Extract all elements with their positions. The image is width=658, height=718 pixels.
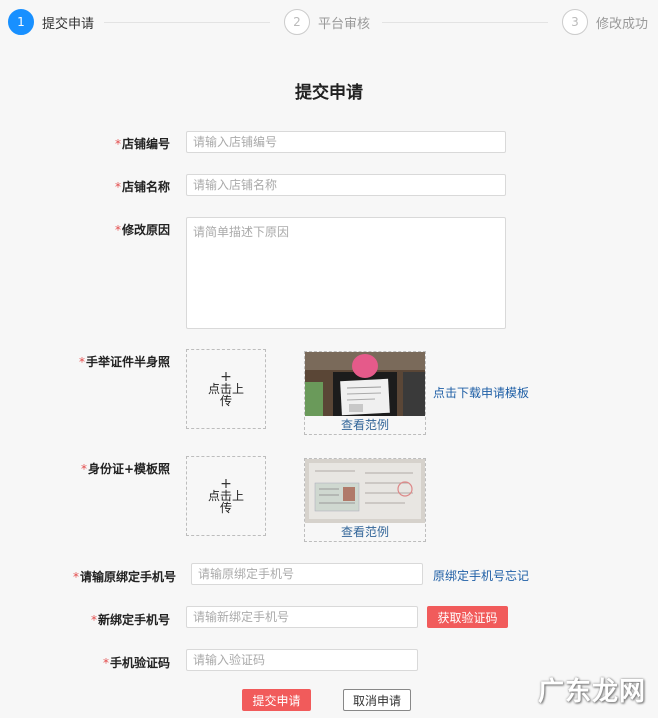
plus-icon: + [220,475,232,492]
plus-icon: + [220,368,232,385]
step-3-number: 3 [562,9,588,35]
store-id-input[interactable] [186,131,506,153]
half-photo-sample-caption: 查看范例 [340,418,389,432]
step-2: 2 平台审核 [284,9,370,35]
step-1-number: 1 [8,9,34,35]
id-template-label: *身份证+模板照 [80,462,170,476]
reason-label: *修改原因 [114,223,170,237]
page-title: 提交申请 [295,83,363,103]
step-3: 3 修改成功 [562,9,648,35]
download-template-link[interactable]: 点击下载申请模板 [433,384,529,401]
watermark-logo: 广东龙网 [537,677,646,707]
verify-code-label: *手机验证码 [102,656,170,670]
step-2-label: 平台审核 [318,16,371,32]
old-phone-input[interactable] [191,563,423,585]
step-3-label: 修改成功 [596,16,649,32]
id-template-sample-image [305,459,425,523]
required-mark: * [114,137,121,151]
half-photo-sample[interactable]: 查看范例 [304,351,426,435]
step-2-number: 2 [284,9,310,35]
new-phone-input[interactable] [186,606,418,628]
id-template-sample[interactable]: 查看范例 [304,458,426,542]
store-name-input[interactable] [186,174,506,196]
store-id-label: *店铺编号 [114,137,170,151]
step-connector-2 [382,22,548,23]
reason-textarea[interactable] [186,217,506,329]
step-connector-1 [104,22,270,23]
new-phone-label: *新绑定手机号 [90,613,170,627]
cancel-button[interactable]: 取消申请 [343,689,411,711]
upload-text: 点击上传 [207,488,244,515]
store-name-label: *店铺名称 [114,180,170,194]
step-1: 1 提交申请 [8,9,94,35]
half-photo-label: *手举证件半身照 [78,355,170,369]
progress-steps: 1 提交申请 2 平台审核 3 修改成功 [8,9,648,35]
get-code-button[interactable]: 获取验证码 [427,606,508,628]
step-1-label: 提交申请 [42,16,95,32]
half-photo-upload-button[interactable]: + 点击上传 [186,349,266,429]
id-template-upload-button[interactable]: + 点击上传 [186,456,266,536]
verify-code-input[interactable] [186,649,418,671]
old-phone-label: *请输原绑定手机号 [72,570,176,584]
id-template-sample-caption: 查看范例 [340,525,389,539]
upload-text: 点击上传 [207,381,244,408]
submit-button[interactable]: 提交申请 [242,689,311,711]
forgot-phone-link[interactable]: 原绑定手机号忘记 [433,567,529,584]
half-photo-sample-image [305,352,425,416]
